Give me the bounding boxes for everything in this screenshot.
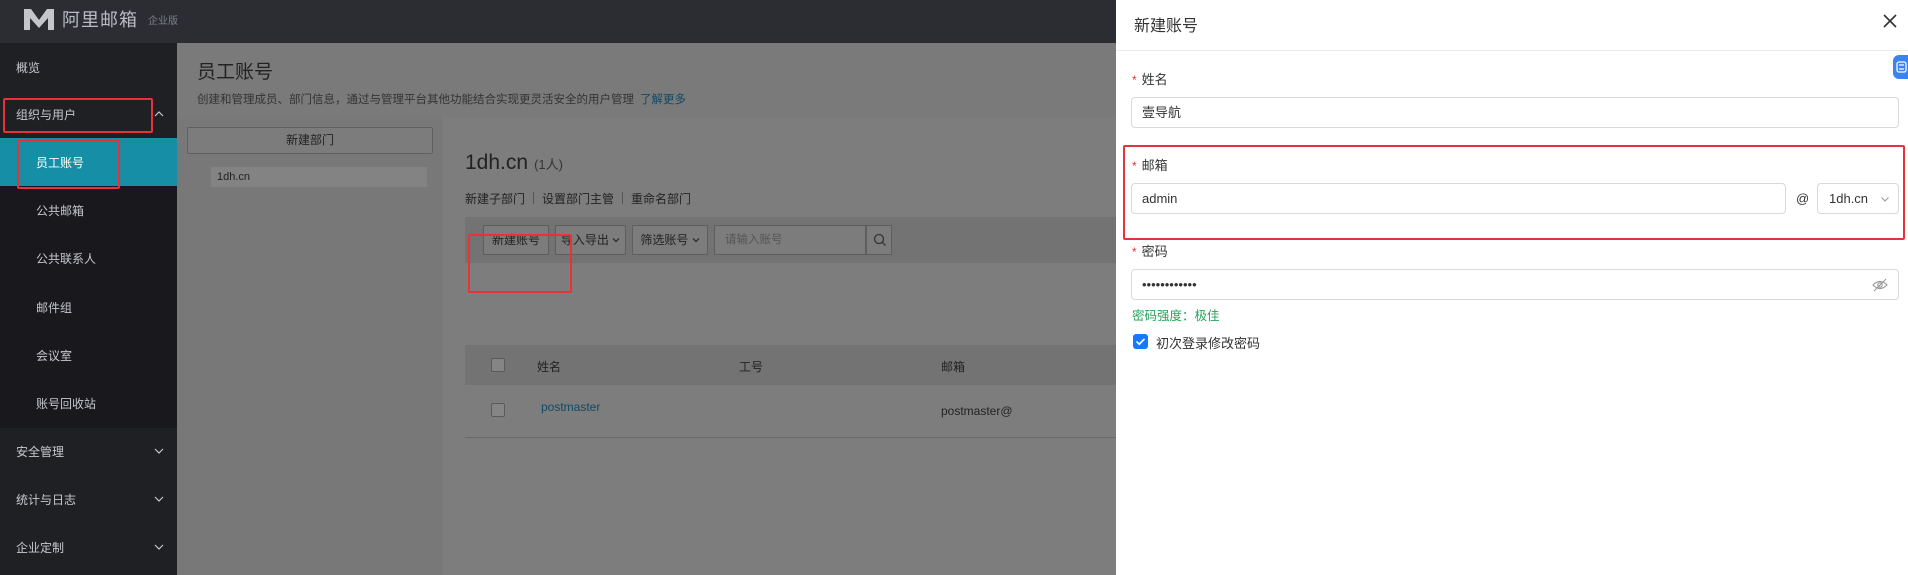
chevron-down-icon <box>612 238 620 243</box>
sidebar-item-mail-groups[interactable]: 邮件组 <box>0 283 177 331</box>
sidebar-item-label: 邮件组 <box>36 300 73 315</box>
sidebar-item-label: 企业定制 <box>16 540 65 555</box>
account-search-input[interactable]: 请输入账号 <box>714 225 866 255</box>
sidebar-item-public-contacts[interactable]: 公共联系人 <box>0 234 177 282</box>
main-content: 员工账号 创建和管理成员、部门信息，通过与管理平台其他功能结合实现更灵活安全的用… <box>177 43 1116 575</box>
sidebar-item-label: 公共邮箱 <box>36 203 85 218</box>
logo[interactable]: 阿里邮箱 企业版 <box>22 6 178 32</box>
logo-icon <box>24 9 54 30</box>
sidebar-item-public-mailbox[interactable]: 公共邮箱 <box>0 186 177 234</box>
filter-accounts-button[interactable]: 筛选账号 <box>632 225 708 255</box>
password-strength: 密码强度：极佳 <box>1132 309 1220 323</box>
sidebar-item-label: 会议室 <box>36 348 73 363</box>
close-icon[interactable] <box>1881 12 1899 30</box>
table-row[interactable]: postmaster postmaster@ <box>465 385 1116 438</box>
chevron-down-icon <box>154 544 164 550</box>
sidebar-item-meeting-rooms[interactable]: 会议室 <box>0 331 177 379</box>
chevron-down-icon <box>154 496 164 502</box>
table-header: 姓名 工号 邮箱 <box>465 345 1116 385</box>
password-label-text: 密码 <box>1141 244 1168 259</box>
highlight-box <box>17 140 120 189</box>
sidebar-item-label: 概览 <box>16 60 41 75</box>
department-name: 1dh.cn <box>465 151 529 174</box>
column-header-name: 姓名 <box>537 360 562 374</box>
required-mark: * <box>1132 73 1137 87</box>
chevron-down-icon <box>692 238 700 243</box>
sidebar-item-customization[interactable]: 企业定制 <box>0 523 177 571</box>
page-header: 员工账号 创建和管理成员、部门信息，通过与管理平台其他功能结合实现更灵活安全的用… <box>177 43 1116 117</box>
column-header-email: 邮箱 <box>941 360 966 374</box>
department-actions: 新建子部门 设置部门主管 重命名部门 <box>465 190 691 207</box>
account-panel: 1dh.cn (1人) 新建子部门 设置部门主管 重命名部门 新建账号 导入导出 … <box>443 117 1116 575</box>
divider <box>622 192 624 204</box>
change-password-label: 初次登录修改密码 <box>1156 336 1261 351</box>
page-description: 创建和管理成员、部门信息，通过与管理平台其他功能结合实现更灵活安全的用户管理 了解… <box>197 91 686 107</box>
department-panel: 新建部门 1dh.cn <box>177 117 443 575</box>
drawer-header: 新建账号 <box>1116 0 1908 51</box>
sidebar-item-label: 账号回收站 <box>36 396 97 411</box>
highlight-box <box>1123 145 1905 240</box>
eye-off-icon[interactable] <box>1872 278 1888 292</box>
sidebar-item-label: 公共联系人 <box>36 251 97 266</box>
password-label: * 密码 <box>1132 241 1168 260</box>
sidebar-item-security[interactable]: 安全管理 <box>0 427 177 475</box>
sidebar-item-label: 安全管理 <box>16 444 65 459</box>
rename-department-link[interactable]: 重命名部门 <box>631 190 691 207</box>
side-tab[interactable] <box>1893 55 1908 79</box>
logo-subtitle: 企业版 <box>148 15 178 27</box>
password-input[interactable]: •••••••••••• <box>1131 269 1899 300</box>
drawer-title: 新建账号 <box>1134 18 1199 35</box>
top-bar: 阿里邮箱 企业版 <box>0 0 1116 43</box>
widget-icon <box>1896 61 1907 73</box>
change-password-checkbox[interactable] <box>1133 334 1148 349</box>
name-label-text: 姓名 <box>1141 72 1168 87</box>
learn-more-link[interactable]: 了解更多 <box>640 94 686 106</box>
select-all-checkbox[interactable] <box>491 358 505 372</box>
department-title: 1dh.cn (1人) <box>465 151 563 175</box>
department-item[interactable]: 1dh.cn <box>211 167 427 187</box>
page-description-text: 创建和管理成员、部门信息，通过与管理平台其他功能结合实现更灵活安全的用户管理 <box>197 94 634 106</box>
chevron-up-icon <box>154 111 164 117</box>
department-count: (1人) <box>534 157 563 172</box>
row-checkbox[interactable] <box>491 403 505 417</box>
sidebar-item-account-recycle[interactable]: 账号回收站 <box>0 379 177 427</box>
account-email: postmaster@ <box>941 404 1013 418</box>
new-department-button[interactable]: 新建部门 <box>187 127 433 154</box>
search-icon <box>873 233 886 246</box>
new-sub-department-link[interactable]: 新建子部门 <box>465 190 525 207</box>
page-title: 员工账号 <box>197 62 274 83</box>
sidebar-item-stats-logs[interactable]: 统计与日志 <box>0 475 177 523</box>
logo-text: 阿里邮箱 <box>62 10 138 30</box>
chevron-down-icon <box>154 448 164 454</box>
highlight-box <box>3 98 153 133</box>
required-mark: * <box>1132 245 1137 259</box>
name-input[interactable]: 壹导航 <box>1131 97 1899 128</box>
password-value: •••••••••••• <box>1142 277 1197 292</box>
filter-accounts-label: 筛选账号 <box>640 233 689 247</box>
divider <box>533 192 535 204</box>
set-department-manager-link[interactable]: 设置部门主管 <box>542 190 614 207</box>
highlight-box <box>468 234 572 293</box>
sidebar-item-overview[interactable]: 概览 <box>0 43 177 91</box>
column-header-employee-id: 工号 <box>739 360 764 374</box>
new-account-drawer: 新建账号 * 姓名 壹导航 * 邮箱 admin @ 1dh.cn * 密码 ••••… <box>1116 0 1908 575</box>
checkmark-icon <box>1135 338 1146 346</box>
name-label: * 姓名 <box>1132 69 1168 88</box>
search-button[interactable] <box>866 225 892 255</box>
account-name-link[interactable]: postmaster <box>541 400 600 414</box>
sidebar-item-label: 统计与日志 <box>16 492 77 507</box>
